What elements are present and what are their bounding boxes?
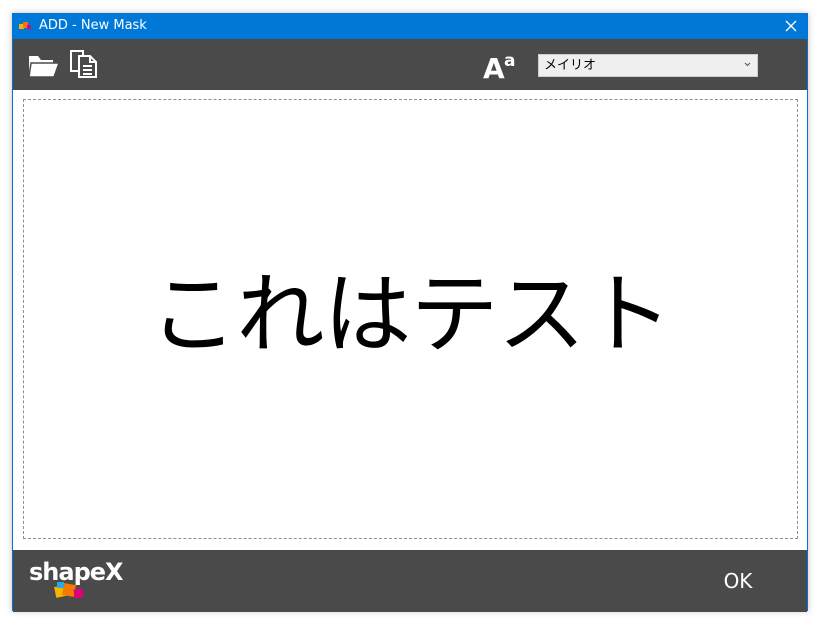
svg-text:a: a [504,51,515,71]
folder-open-icon [28,56,61,78]
chevron-down-icon [744,62,751,67]
font-select[interactable]: メイリオ [538,54,758,77]
copy-button[interactable] [69,49,99,79]
close-icon [785,20,797,32]
footer: shapeX OK [13,550,807,612]
shapex-logo: shapeX [29,558,124,600]
app-icon [19,22,31,29]
svg-text:A: A [483,52,505,80]
mask-text[interactable]: これはテスト [24,265,797,365]
dialog-window: ADD - New Mask A a メイリオ これはテスト shapeX OK [12,13,808,612]
mask-canvas-area: これはテスト [13,90,807,550]
logo-squares-icon [54,582,84,599]
window-title: ADD - New Mask [39,18,147,33]
open-button[interactable] [27,51,61,79]
font-size-button[interactable]: A a [483,50,519,85]
copy-icon [70,50,97,78]
toolbar: A a メイリオ [13,39,807,90]
close-button[interactable] [775,14,807,39]
ok-button[interactable]: OK [703,567,773,595]
mask-canvas[interactable]: これはテスト [23,99,798,539]
font-select-value: メイリオ [544,58,597,73]
title-bar[interactable]: ADD - New Mask [13,14,807,39]
font-size-icon: A a [483,51,515,85]
